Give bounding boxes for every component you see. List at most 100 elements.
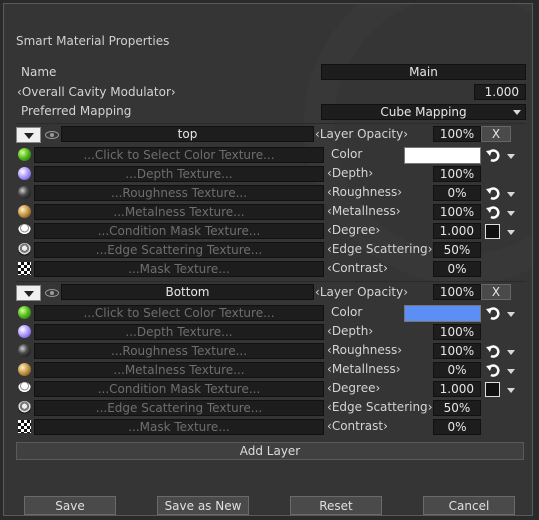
remove-layer-button[interactable]: X (481, 284, 511, 300)
roughness-texture-slot[interactable]: ...Roughness Texture... (34, 343, 324, 359)
chevron-down-icon[interactable] (507, 230, 515, 235)
chevron-down-icon[interactable] (507, 388, 515, 393)
degree-label-text: Degree (331, 223, 376, 237)
edge-texture-slot[interactable]: ...Edge Scattering Texture... (34, 242, 324, 258)
edge-label-text: Edge Scattering (331, 400, 428, 414)
contrast-label-text: Contrast (331, 261, 384, 275)
roughness-ball-icon (18, 186, 31, 199)
condition-mask-icon (18, 382, 31, 395)
chevron-down-icon[interactable] (507, 369, 515, 374)
mapping-dropdown[interactable]: Cube Mapping (321, 104, 526, 120)
depth-texture-slot[interactable]: ...Depth Texture... (34, 324, 324, 340)
chevron-down-icon (513, 110, 521, 115)
edge-texture-slot[interactable]: ...Edge Scattering Texture... (34, 400, 324, 416)
layer-opacity-label[interactable]: ‹Layer Opacity› (315, 127, 408, 141)
roughness-label[interactable]: ‹Roughness› (327, 185, 402, 199)
add-layer-button[interactable]: Add Layer (16, 442, 524, 460)
checker-mask-icon (18, 420, 31, 433)
degree-checkbox[interactable] (485, 382, 500, 397)
mask-texture-slot[interactable]: ...Mask Texture... (34, 419, 324, 435)
edge-field[interactable]: 50% (433, 400, 481, 416)
undo-icon[interactable] (486, 205, 500, 219)
degree-checkbox[interactable] (485, 224, 500, 239)
degree-label[interactable]: ‹Degree› (327, 381, 380, 395)
roughness-field[interactable]: 0% (433, 185, 481, 201)
color-swatch[interactable] (404, 147, 481, 164)
chevron-down-icon[interactable] (507, 312, 515, 317)
depth-texture-slot[interactable]: ...Depth Texture... (34, 166, 324, 182)
menu-icon[interactable] (16, 285, 41, 301)
name-field[interactable]: Main (321, 64, 526, 80)
metalness-label[interactable]: ‹Metallness› (327, 362, 401, 376)
mapping-value: Cube Mapping (380, 105, 467, 119)
chevron-down-icon[interactable] (507, 350, 515, 355)
degree-field[interactable]: 1.000 (433, 381, 481, 397)
layer-opacity-field[interactable]: 100% (433, 284, 481, 300)
dialog-title: Smart Material Properties (16, 34, 170, 48)
color-texture-slot[interactable]: ...Click to Select Color Texture... (34, 147, 324, 163)
metalness-label[interactable]: ‹Metallness› (327, 204, 401, 218)
cavity-field[interactable]: 1.000 (474, 84, 526, 100)
contrast-label[interactable]: ‹Contrast› (327, 419, 388, 433)
metalness-texture-slot[interactable]: ...Metalness Texture... (34, 362, 324, 378)
depth-label[interactable]: ‹Depth› (327, 324, 373, 338)
undo-icon[interactable] (486, 148, 500, 162)
chevron-down-icon[interactable] (507, 192, 515, 197)
depth-label[interactable]: ‹Depth› (327, 166, 373, 180)
metalness-field[interactable]: 0% (433, 362, 481, 378)
save-button[interactable]: Save (24, 496, 116, 515)
layer-opacity-text: Layer Opacity (319, 285, 404, 299)
metalness-texture-slot[interactable]: ...Metalness Texture... (34, 204, 324, 220)
degree-field[interactable]: 1.000 (433, 223, 481, 239)
eye-icon[interactable] (45, 289, 59, 297)
metalness-field[interactable]: 100% (433, 204, 481, 220)
undo-icon[interactable] (486, 306, 500, 320)
contrast-field[interactable]: 0% (433, 261, 481, 277)
depth-ball-icon (18, 325, 31, 338)
layer-opacity-text: Layer Opacity (319, 127, 404, 141)
roughness-label[interactable]: ‹Roughness› (327, 343, 402, 357)
condition-texture-slot[interactable]: ...Condition Mask Texture... (34, 223, 324, 239)
undo-icon[interactable] (486, 363, 500, 377)
chevron-down-icon[interactable] (507, 154, 515, 159)
edge-label[interactable]: ‹Edge Scattering› (327, 242, 433, 256)
chevron-down-icon[interactable] (507, 211, 515, 216)
roughness-texture-slot[interactable]: ...Roughness Texture... (34, 185, 324, 201)
depth-field[interactable]: 100% (433, 324, 481, 340)
contrast-field[interactable]: 0% (433, 419, 481, 435)
color-label: Color (331, 147, 363, 161)
undo-icon[interactable] (486, 186, 500, 200)
reset-button[interactable]: Reset (290, 496, 382, 515)
roughness-field[interactable]: 100% (433, 343, 481, 359)
color-ball-icon (18, 306, 31, 319)
degree-label[interactable]: ‹Degree› (327, 223, 380, 237)
eye-icon[interactable] (45, 131, 59, 139)
color-ball-icon (18, 148, 31, 161)
undo-icon[interactable] (486, 344, 500, 358)
mapping-label: Preferred Mapping (21, 104, 132, 118)
metalness-label-text: Metallness (331, 362, 396, 376)
cavity-label[interactable]: ‹Overall Cavity Modulator› (17, 85, 176, 99)
layer-name-field[interactable]: top (61, 126, 314, 142)
roughness-label-text: Roughness (331, 185, 398, 199)
condition-texture-slot[interactable]: ...Condition Mask Texture... (34, 381, 324, 397)
contrast-label[interactable]: ‹Contrast› (327, 261, 388, 275)
roughness-ball-icon (18, 344, 31, 357)
edge-scattering-icon (18, 243, 31, 256)
menu-icon[interactable] (16, 127, 41, 143)
remove-layer-button[interactable]: X (481, 126, 511, 142)
cancel-button[interactable]: Cancel (423, 496, 515, 515)
mask-texture-slot[interactable]: ...Mask Texture... (34, 261, 324, 277)
edge-label[interactable]: ‹Edge Scattering› (327, 400, 433, 414)
checker-mask-icon (18, 262, 31, 275)
divider (15, 281, 525, 282)
color-swatch[interactable] (404, 305, 481, 322)
layer-name-field[interactable]: Bottom (61, 284, 314, 300)
color-texture-slot[interactable]: ...Click to Select Color Texture... (34, 305, 324, 321)
save-as-new-button[interactable]: Save as New (157, 496, 249, 515)
layer-opacity-field[interactable]: 100% (433, 126, 481, 142)
depth-ball-icon (18, 167, 31, 180)
layer-opacity-label[interactable]: ‹Layer Opacity› (315, 285, 408, 299)
depth-field[interactable]: 100% (433, 166, 481, 182)
edge-field[interactable]: 50% (433, 242, 481, 258)
